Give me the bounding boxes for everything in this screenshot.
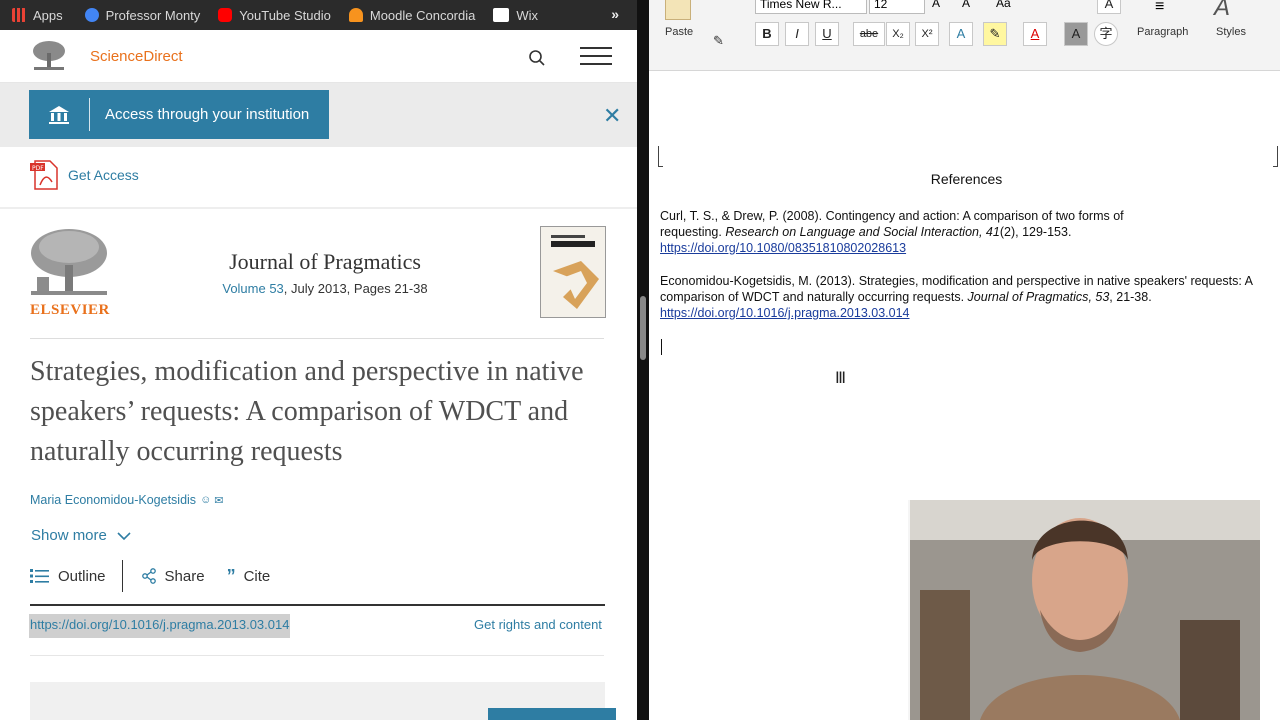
get-access-label: Get Access [68, 167, 139, 183]
bookmark-apps[interactable]: Apps [12, 8, 63, 23]
elsevier-tree-logo-small[interactable] [30, 39, 68, 73]
close-icon[interactable]: ✕ [603, 103, 621, 129]
text-effects-box-icon[interactable]: A [1097, 0, 1121, 14]
hamburger-menu-icon[interactable] [580, 47, 612, 71]
feedback-button[interactable] [488, 708, 616, 720]
styles-icon[interactable]: A [1214, 0, 1230, 22]
ibeam-cursor-icon: Ⅲ [835, 370, 847, 387]
pane-splitter[interactable] [637, 0, 649, 720]
article-title: Strategies, modification and perspective… [30, 356, 584, 467]
divider [30, 604, 605, 606]
bold-button[interactable]: B [755, 22, 779, 46]
show-more-label: Show more [31, 527, 107, 544]
issue-details: , July 2013, Pages 21-38 [283, 281, 428, 296]
grow-font-icon[interactable]: Aˆ [932, 0, 944, 10]
paragraph-icon[interactable]: ≡ [1155, 0, 1164, 16]
change-case-icon[interactable]: Aa [996, 0, 1011, 10]
reference-entry[interactable]: Curl, T. S., & Drew, P. (2008). Continge… [660, 208, 1160, 256]
superscript-button[interactable]: X² [915, 22, 939, 46]
institution-icon [29, 104, 89, 126]
get-access-link[interactable]: PDF Get Access [30, 160, 139, 190]
pdf-icon: PDF [30, 160, 58, 190]
share-label: Share [164, 567, 205, 585]
webcam-overlay [908, 500, 1260, 720]
outline-list-icon [30, 569, 49, 583]
styles-label[interactable]: Styles [1216, 26, 1246, 38]
author-link[interactable]: Maria Economidou-Kogetsidis ☺ ✉ [30, 493, 224, 507]
sciencedirect-header: ScienceDirect [0, 30, 637, 83]
font-color-icon[interactable]: A [1023, 22, 1047, 46]
apps-grid-icon [12, 8, 26, 22]
page-corner-marker [1273, 146, 1278, 167]
svg-text:PDF: PDF [32, 165, 44, 172]
divider [30, 655, 604, 656]
bookmarks-bar: Apps Professor Monty YouTube Studio Mood… [0, 0, 637, 30]
person-icon: ☺ [200, 494, 212, 506]
references-heading[interactable]: References [649, 171, 1280, 187]
underline-button[interactable]: U [815, 22, 839, 46]
reference-entry[interactable]: Economidou-Kogetsidis, M. (2013). Strate… [660, 273, 1275, 321]
journal-title[interactable]: Journal of Pragmatics [160, 249, 490, 275]
scrollbar-thumb[interactable] [640, 296, 646, 360]
page-corner-marker [658, 146, 663, 167]
text-cursor [661, 339, 662, 355]
doi-link[interactable]: https://doi.org/10.1016/j.pragma.2013.03… [29, 614, 291, 638]
bookmarks-overflow-button[interactable]: » [611, 6, 619, 22]
strikethrough-button[interactable]: abe [853, 22, 885, 46]
journal-issue-info: Volume 53, July 2013, Pages 21-38 [160, 281, 490, 296]
paste-label[interactable]: Paste [665, 26, 693, 38]
moodle-icon [348, 8, 363, 22]
chevron-down-icon [117, 531, 131, 540]
browser-pane: Apps Professor Monty YouTube Studio Mood… [0, 0, 637, 720]
elsevier-wordmark: ELSEVIER [30, 302, 110, 318]
divider [0, 207, 637, 209]
button-separator [89, 98, 90, 131]
character-shading-icon[interactable]: A [1064, 22, 1088, 46]
presenter-video [910, 500, 1260, 720]
bookmark-moodle-concordia[interactable]: Moodle Concordia [348, 8, 475, 23]
professor-monty-icon [84, 8, 99, 22]
share-icon [141, 568, 156, 584]
paragraph-label[interactable]: Paragraph [1137, 26, 1188, 38]
youtube-icon [218, 8, 233, 22]
subscript-button[interactable]: X₂ [886, 22, 910, 46]
access-through-institution-button[interactable]: Access through your institution [29, 90, 329, 139]
shrink-font-icon[interactable]: Aˇ [962, 0, 974, 10]
format-painter-icon[interactable]: ✎ [713, 33, 724, 49]
search-icon[interactable] [528, 49, 546, 67]
envelope-icon: ✉ [214, 494, 224, 507]
reference-doi-link[interactable]: https://doi.org/10.1080/0835181080202861… [660, 241, 906, 255]
access-button-label: Access through your institution [105, 106, 310, 123]
italic-button[interactable]: I [785, 22, 809, 46]
outline-button[interactable]: Outline [30, 568, 106, 585]
cite-button[interactable]: ” Cite [227, 566, 271, 587]
paste-icon[interactable] [665, 0, 691, 20]
show-more-button[interactable]: Show more [31, 527, 131, 544]
volume-link[interactable]: Volume 53 [222, 281, 283, 296]
actions-separator [121, 560, 123, 592]
bookmark-wix[interactable]: Wix [493, 8, 538, 23]
quote-icon: ” [226, 565, 236, 586]
bookmark-youtube-studio[interactable]: YouTube Studio [218, 8, 331, 23]
journal-cover-image[interactable] [540, 226, 606, 318]
share-button[interactable]: Share [141, 568, 205, 585]
text-effects-icon[interactable]: A [949, 22, 973, 46]
article-actions: Outline Share ” Cite [30, 560, 270, 592]
word-ribbon: Paste ✎ Times New R... 12 Aˆ Aˇ Aa A B I… [649, 0, 1280, 71]
author-name: Maria Economidou-Kogetsidis [30, 493, 197, 507]
cite-label: Cite [243, 567, 271, 585]
font-name-dropdown[interactable]: Times New R... [755, 0, 867, 14]
outline-label: Outline [58, 567, 106, 585]
wix-icon [493, 8, 510, 22]
enclose-characters-icon[interactable]: 字 [1094, 22, 1118, 46]
reference-doi-link[interactable]: https://doi.org/10.1016/j.pragma.2013.03… [660, 306, 910, 320]
divider [30, 338, 604, 339]
font-size-dropdown[interactable]: 12 [869, 0, 925, 14]
sciencedirect-wordmark[interactable]: ScienceDirect [90, 48, 183, 65]
get-rights-link[interactable]: Get rights and content [474, 617, 602, 632]
bookmark-professor-monty[interactable]: Professor Monty [84, 8, 200, 23]
institution-access-banner: Access through your institution ✕ [0, 83, 637, 147]
highlight-icon[interactable]: ✎ [983, 22, 1007, 46]
